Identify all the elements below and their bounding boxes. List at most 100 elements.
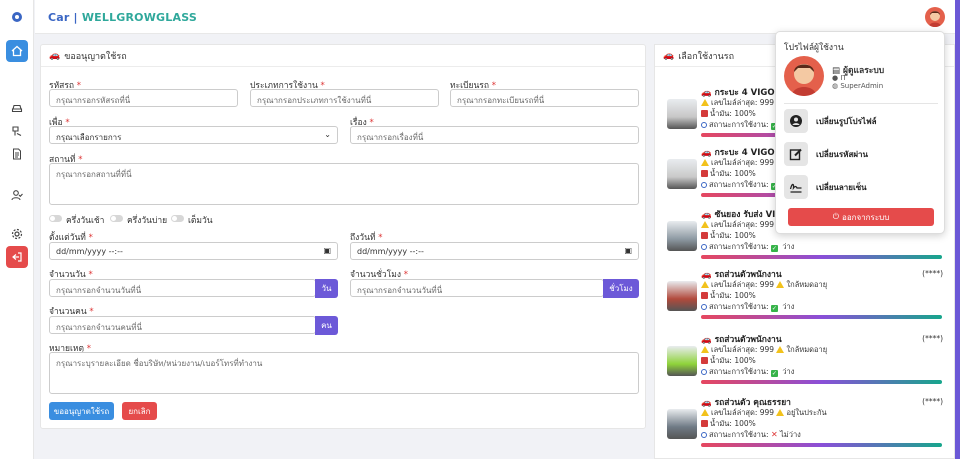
logout-button[interactable]: ⏻ ออกจากระบบ: [788, 208, 934, 226]
insurance-status: ใกล้หมดอายุ: [786, 345, 828, 354]
sidebar-item-car[interactable]: [6, 97, 28, 119]
sidebar-item-car-request[interactable]: [6, 120, 28, 142]
subject-input[interactable]: กรุณากรอกเรื่องที่นี่: [350, 126, 639, 144]
search-icon: [701, 244, 707, 250]
fullday-label: เต็มวัน: [188, 216, 213, 226]
hours-input[interactable]: กรุณากรอกจำนวนวันที่นี่: [350, 279, 604, 297]
vehicle-status: สถานะการใช้งาน: ✓ ว่าง: [701, 366, 794, 378]
vehicle-rating: (****): [922, 397, 943, 406]
morning-label: ครึ่งวันเช้า: [66, 216, 105, 226]
brand-company: WELLGROWGLASS: [81, 11, 197, 24]
warning-icon: [776, 409, 785, 416]
fuel-icon: [701, 232, 708, 239]
user-icon: ●: [832, 74, 839, 82]
warning-icon: [701, 221, 709, 228]
vehicle-item[interactable]: 🚗 รถส่วนตัวพนักงาน (****) เลขไมล์ล่าสุด: 9…: [665, 332, 947, 394]
vehicle-rating: (****): [922, 334, 943, 343]
hours-unit: ชั่วโมง: [603, 279, 639, 298]
change-password-item[interactable]: เปลี่ยนรหัสผ่าน: [784, 141, 938, 167]
calendar-icon: ▣: [624, 246, 632, 255]
top-bar: Car | WELLGROWGLASS: [35, 0, 955, 34]
vehicle-item[interactable]: 🚗 รถส่วนตัวพนักงาน (****) เลขไมล์ล่าสุด: 9…: [665, 267, 947, 329]
location-textarea[interactable]: กรุณากรอกสถานที่ที่นี่: [49, 163, 639, 205]
check-icon: ✓: [770, 245, 778, 252]
vehicle-code-input[interactable]: กรุณากรอกรหัสรถที่นี่: [49, 89, 238, 107]
search-icon: [701, 304, 707, 310]
vehicle-status: สถานะการใช้งาน: ✕ ไม่ว่าง: [701, 429, 801, 441]
vehicle-status: สถานะการใช้งาน: ✓ ว่าง: [701, 241, 794, 253]
warning-icon: [701, 159, 709, 166]
sidebar: [0, 0, 34, 459]
fuel-icon: [701, 420, 708, 427]
logout-icon: [12, 252, 22, 262]
search-icon: [701, 432, 707, 438]
fuel-icon: [701, 292, 708, 299]
vehicle-bar: [701, 443, 942, 447]
car-icon: [11, 104, 23, 113]
chevron-down-icon: ⌄: [324, 130, 331, 139]
usage-type-input[interactable]: กรุณากรอกประเภทการใช้งานที่นี่: [250, 89, 439, 107]
end-date-input[interactable]: dd/mm/yyyy --:-- ▣: [350, 242, 639, 260]
cancel-button[interactable]: ยกเลิก: [122, 402, 157, 420]
change-photo-item[interactable]: เปลี่ยนรูปโปรไฟล์: [784, 108, 938, 134]
vehicle-photo: [667, 159, 697, 189]
check-icon: ✓: [770, 305, 778, 312]
edit-icon: [784, 142, 808, 166]
change-signature-item[interactable]: เปลี่ยนลายเซ็น: [784, 174, 938, 200]
warning-icon: [701, 281, 709, 288]
sidebar-item-documents[interactable]: [6, 143, 28, 165]
form-header: 🚗 ขออนุญาตใช้รถ: [41, 45, 645, 67]
profile-dropdown: โปรไฟล์ผู้ใช้งาน ▤ ผู้ดูแลระบบ ● IT ◍ Su…: [775, 31, 945, 234]
avatar[interactable]: [925, 7, 945, 27]
brand-title: Car | WELLGROWGLASS: [48, 11, 197, 24]
vehicle-status: สถานะการใช้งาน: ✓ ว่าง: [701, 301, 794, 313]
vehicle-bar: [701, 380, 942, 384]
fuel-icon: [701, 170, 708, 177]
check-icon: ✓: [770, 370, 778, 377]
sidebar-item-settings[interactable]: [6, 223, 28, 245]
vehicle-status: สถานะการใช้งาน: ✓: [701, 179, 780, 191]
globe-icon: ◍: [832, 82, 839, 90]
profile-avatar: [784, 56, 824, 96]
vehicle-photo: [667, 281, 697, 311]
menu-toggle-icon[interactable]: [6, 6, 28, 28]
vehicle-item[interactable]: 🚗 รถส่วนตัว คุณธรรยา (****) เลขไมล์ล่าสุด:…: [665, 395, 947, 457]
car-icon: 🚗: [49, 50, 61, 61]
sidebar-item-logout[interactable]: [6, 246, 28, 268]
purpose-select[interactable]: กรุณาเลือกรายการ ⌄: [49, 126, 338, 144]
vehicle-bar: [701, 255, 942, 259]
afternoon-toggle[interactable]: [110, 215, 123, 222]
fullday-toggle[interactable]: [171, 215, 184, 222]
document-icon: [13, 148, 21, 160]
vehicle-status: สถานะการใช้งาน: ✓: [701, 119, 780, 131]
note-textarea[interactable]: กรุณาระบุรายละเอียด ชื่อบริษัท/หน่วยงาน/…: [49, 352, 639, 394]
brand-car: Car |: [48, 11, 78, 24]
people-unit: คน: [315, 316, 338, 335]
days-input[interactable]: กรุณากรอกจำนวนวันที่นี่: [49, 279, 316, 297]
morning-toggle[interactable]: [49, 215, 62, 222]
vehicle-rating: (****): [922, 269, 943, 278]
sidebar-item-user-admin[interactable]: [6, 184, 28, 206]
search-icon: [701, 369, 707, 375]
warning-icon: [776, 281, 785, 288]
start-date-input[interactable]: dd/mm/yyyy --:-- ▣: [49, 242, 338, 260]
submit-button[interactable]: ขออนุญาตใช้รถ: [49, 402, 114, 420]
power-icon: ⏻: [832, 212, 840, 221]
search-icon: [701, 122, 707, 128]
vehicle-bar: [701, 315, 942, 319]
warning-icon: [701, 409, 709, 416]
signature-icon: [784, 175, 808, 199]
request-form-card: 🚗 ขออนุญาตใช้รถ รหัสรถ * กรุณากรอกรหัสรถ…: [40, 44, 646, 429]
search-icon: [701, 182, 707, 188]
vehicle-photo: [667, 346, 697, 376]
plate-input[interactable]: กรุณากรอกทะเบียนรถที่นี่: [450, 89, 639, 107]
people-input[interactable]: กรุณากรอกจำนวนคนที่นี่: [49, 316, 316, 334]
profile-title: โปรไฟล์ผู้ใช้งาน: [784, 43, 844, 53]
car-icon: 🚗: [663, 50, 675, 61]
user-circle-icon: [784, 109, 808, 133]
insurance-status: ใกล้หมดอายุ: [786, 280, 828, 289]
warning-icon: [701, 346, 709, 353]
vehicle-photo: [667, 409, 697, 439]
sidebar-item-home[interactable]: [6, 40, 28, 62]
calendar-icon: ▣: [323, 246, 331, 255]
